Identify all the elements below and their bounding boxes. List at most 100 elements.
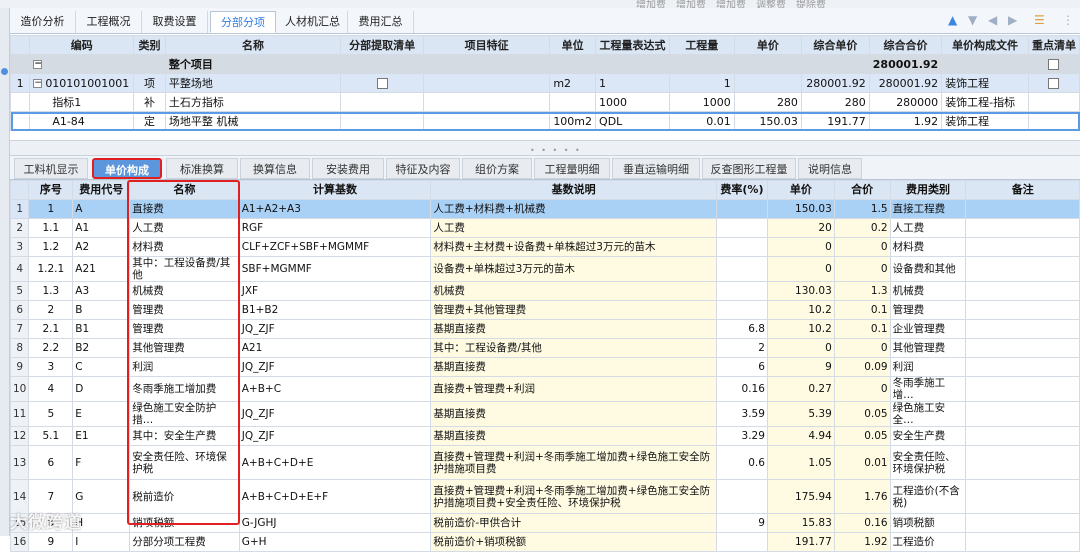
arrow-right-icon[interactable]: ▶ <box>1008 13 1017 27</box>
cell-unit[interactable]: 100m2 <box>549 111 597 131</box>
cell-price-file[interactable]: 装饰工程-指标 <box>941 92 1029 112</box>
cell-remark[interactable] <box>965 218 1080 238</box>
cell-rate[interactable] <box>715 256 768 282</box>
table-row[interactable]: 1 −010101001001 项 平整场地 m2 1 1 280001.92 … <box>9 73 1080 93</box>
cell-fee-name[interactable]: 直接费 <box>129 199 240 219</box>
table-row[interactable]: 7 2.1 B1 管理费 JQ_ZJF 基期直接费 6.8 10.2 0.1 企业管理费 <box>9 319 1080 339</box>
cell-calc-base[interactable]: A+B+C+D+E+F <box>238 479 432 514</box>
cell-calc-base[interactable]: A+B+C <box>238 376 432 402</box>
cell-calc-base[interactable]: JQ_ZJF <box>238 426 432 446</box>
cell-fee-code[interactable]: A3 <box>72 281 131 301</box>
cell-seq[interactable]: 2 <box>28 300 74 320</box>
cell-calc-base[interactable]: JQ_ZJF <box>238 401 432 427</box>
cell-calc-base[interactable]: A1+A2+A3 <box>238 199 432 219</box>
cell-category[interactable]: 定 <box>133 111 166 131</box>
cell-remark[interactable] <box>965 338 1080 358</box>
tab-fee-summary[interactable]: 费用汇总 <box>348 11 414 33</box>
cell-fee-type[interactable]: 工程造价(不含税) <box>889 479 967 514</box>
cell-calc-base[interactable]: JQ_ZJF <box>238 319 432 339</box>
cell-seq[interactable]: 2.1 <box>28 319 74 339</box>
cell-rate[interactable] <box>715 300 768 320</box>
cell-calc-base[interactable]: A21 <box>238 338 432 358</box>
col-expression[interactable]: 工程量表达式 <box>595 35 670 55</box>
cell-seq[interactable]: 9 <box>28 532 74 552</box>
tab-reverse-lookup[interactable]: 反查图形工程量 <box>702 158 796 179</box>
arrow-up-icon[interactable]: ▲ <box>948 13 957 27</box>
cell-rate[interactable]: 0.16 <box>715 376 768 402</box>
cell-rate[interactable]: 0.6 <box>715 445 768 480</box>
cell-rate[interactable] <box>715 281 768 301</box>
cell-seq[interactable]: 3 <box>28 357 74 377</box>
tab-cost-analysis[interactable]: 造价分析 <box>10 11 76 33</box>
cell-calc-base[interactable]: RGF <box>238 218 432 238</box>
group-row[interactable]: − 整个项目 280001.92 <box>9 54 1080 74</box>
col-name[interactable]: 名称 <box>164 35 342 55</box>
cell-seq[interactable]: 1.1 <box>28 218 74 238</box>
cell-rate[interactable] <box>715 199 768 219</box>
cell-seq[interactable]: 5.1 <box>28 426 74 446</box>
cell-fee-type[interactable]: 安全责任险、环境保护税 <box>889 445 967 480</box>
tab-sub-items[interactable]: 分部分项 <box>210 11 276 33</box>
cell-remark[interactable] <box>965 479 1080 514</box>
cell-calc-base[interactable]: G+H <box>238 532 432 552</box>
col-extract[interactable]: 分部提取清单 <box>340 35 424 55</box>
extract-checkbox[interactable] <box>376 78 388 89</box>
cell-remark[interactable] <box>965 401 1080 427</box>
tab-vertical-transport[interactable]: 垂直运输明细 <box>612 158 700 179</box>
cell-fee-name[interactable]: 税前造价 <box>129 479 240 514</box>
col-fee-code[interactable]: 费用代号 <box>72 180 131 200</box>
col-rate[interactable]: 费率(%) <box>715 180 768 200</box>
cell-quantity[interactable]: 0.01 <box>668 111 735 131</box>
cell-fee-name[interactable]: 其他管理费 <box>129 338 240 358</box>
col-category[interactable]: 类别 <box>133 35 166 55</box>
cell-fee-code[interactable]: A2 <box>72 237 131 257</box>
col-quantity[interactable]: 工程量 <box>668 35 735 55</box>
cell-fee-name[interactable]: 其中：工程设备费/其他 <box>129 256 240 282</box>
cell-rate[interactable]: 3.59 <box>715 401 768 427</box>
cell-features[interactable] <box>422 73 551 93</box>
tab-price-composition[interactable]: 单价构成 <box>92 158 162 179</box>
table-row[interactable]: 12 5.1 E1 其中：安全生产费 JQ_ZJF 基期直接费 3.29 4.94 0.05 安全… <box>9 426 1080 446</box>
cell-code[interactable]: A1-84 <box>29 111 135 131</box>
col-code[interactable]: 编码 <box>29 35 135 55</box>
cell-fee-type[interactable]: 管理费 <box>889 300 967 320</box>
cell-rate[interactable] <box>715 237 768 257</box>
table-row[interactable]: 9 3 C 利润 JQ_ZJF 基期直接费 6 9 0.09 利润 <box>9 357 1080 377</box>
cell-seq[interactable]: 5 <box>28 401 74 427</box>
cell-name[interactable]: 土石方指标 <box>164 92 342 112</box>
cell-fee-type[interactable]: 工程造价 <box>889 532 967 552</box>
col-price[interactable]: 单价 <box>733 35 802 55</box>
cell-remark[interactable] <box>965 445 1080 480</box>
cell-rate[interactable]: 6 <box>715 357 768 377</box>
tab-features-content[interactable]: 特征及内容 <box>386 158 460 179</box>
cell-seq[interactable]: 1 <box>28 199 74 219</box>
cell-calc-base[interactable]: JQ_ZJF <box>238 357 432 377</box>
cell-fee-name[interactable]: 机械费 <box>129 281 240 301</box>
cell-fee-name[interactable]: 材料费 <box>129 237 240 257</box>
table-row[interactable]: 8 2.2 B2 其他管理费 A21 其中：工程设备费/其他 2 0 0 其他管理费 <box>9 338 1080 358</box>
cell-fee-type[interactable]: 人工费 <box>889 218 967 238</box>
cell-fee-name[interactable]: 人工费 <box>129 218 240 238</box>
cell-unit[interactable]: m2 <box>549 73 597 93</box>
cell-fee-code[interactable]: B2 <box>72 338 131 358</box>
cell-rate[interactable]: 9 <box>715 513 768 533</box>
cell-category[interactable]: 补 <box>133 92 166 112</box>
cell-remark[interactable] <box>965 513 1080 533</box>
cell-remark[interactable] <box>965 281 1080 301</box>
col-features[interactable]: 项目特征 <box>422 35 551 55</box>
table-row[interactable]: A1-84 定 场地平整 机械 100m2 QDL 0.01 150.03 19… <box>9 111 1080 131</box>
cell-calc-base[interactable]: G-JGHJ <box>238 513 432 533</box>
filter-icon[interactable]: ☰ <box>1034 13 1045 27</box>
col-total[interactable]: 综合合价 <box>868 35 943 55</box>
cell-fee-type[interactable]: 安全生产费 <box>889 426 967 446</box>
cell-fee-code[interactable]: A21 <box>72 256 131 282</box>
cell-remark[interactable] <box>965 376 1080 402</box>
cell-fee-type[interactable]: 利润 <box>889 357 967 377</box>
cell-fee-name[interactable]: 利润 <box>129 357 240 377</box>
table-row[interactable]: 2 1.1 A1 人工费 RGF 人工费 20 0.2 人工费 <box>9 218 1080 238</box>
tab-project-overview[interactable]: 工程概况 <box>76 11 142 33</box>
cell-rate[interactable]: 6.8 <box>715 319 768 339</box>
cell-expression[interactable]: 1 <box>595 73 670 93</box>
cell-fee-name[interactable]: 安全责任险、环境保护税 <box>129 445 240 480</box>
cell-fee-name[interactable]: 分部分项工程费 <box>129 532 240 552</box>
